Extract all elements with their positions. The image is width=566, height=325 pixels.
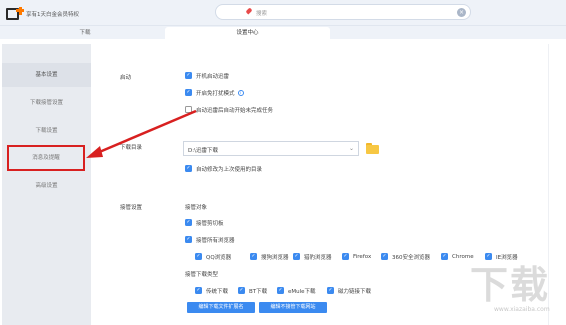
checkbox[interactable]: ✓ [441,253,448,260]
option-label: 启动迅雷后自动开始未完成任务 [196,107,274,114]
browser-option-qq[interactable]: ✓ QQ浏览器 [195,252,231,261]
edit-extensions-button[interactable]: 编辑下载文件扩展名 [187,302,255,313]
checkbox[interactable]: ✓ [277,287,284,294]
checkbox[interactable]: ✓ [185,219,192,226]
sidebar-item-takeover[interactable]: 下载接管设置 [2,91,91,115]
edit-excluded-sites-button[interactable]: 编辑不接管下载网站 [259,302,327,313]
watermark-text: 下载 [470,262,551,307]
folder-body [366,145,379,154]
autostart-option[interactable]: ✓ 开机启动迅雷 [185,71,229,80]
download-path-select[interactable]: D:\迅雷下载 ⌄ [183,141,359,156]
checkbox[interactable]: ✓ [238,287,245,294]
folder-icon[interactable] [364,142,382,155]
sidebar-item-download[interactable]: 下载设置 [2,119,91,143]
startup-section-label: 启动 [120,75,132,81]
browser-option-360[interactable]: ✓ 360安全浏览器 [381,252,430,261]
all-browsers-option[interactable]: ✓ 接管所有浏览器 [185,235,235,244]
checkbox[interactable]: ✓ [250,253,257,260]
option-label: 360安全浏览器 [392,254,430,261]
download-path-value: D:\迅雷下载 [188,148,218,154]
checkbox[interactable]: ✓ [185,236,192,243]
checkbox[interactable]: ✓ [327,287,334,294]
checkbox[interactable] [185,106,192,113]
tab-download[interactable]: 下载 [40,27,130,39]
search-placeholder: 搜索 [256,11,268,17]
option-label: 接管剪切板 [196,220,224,227]
arrow-shaft [96,109,197,155]
sidebar-item-messages[interactable]: 消息及提醒 [7,145,85,171]
last-dir-option[interactable]: ✓ 自动修改为上次使用的目录 [185,164,262,173]
checkbox[interactable]: ✓ [185,89,192,96]
option-label: eMule下载 [288,288,316,295]
option-label: 传统下载 [206,288,229,295]
browser-option-chrome[interactable]: ✓ Chrome [441,252,474,261]
option-label: BT下载 [249,288,268,295]
browser-option-firefox[interactable]: ✓ Firefox [342,252,371,261]
browser-option-sogou[interactable]: ✓ 搜狗浏览器 [250,252,289,261]
do-not-disturb-option[interactable]: ✓ 开启免打扰模式 i [185,88,244,97]
type-option-traditional[interactable]: ✓ 传统下载 [195,286,228,295]
option-label: 开启免打扰模式 [196,90,235,97]
search-box[interactable]: 搜索 × [215,4,471,20]
chevron-down-icon[interactable]: ⌄ [349,145,354,152]
sidebar-item-basic[interactable]: 基本设置 [2,63,91,87]
tab-settings-center[interactable]: 设置中心 [165,27,330,39]
option-label: 猎豹浏览器 [304,254,332,261]
option-label: 搜狗浏览器 [261,254,289,261]
membership-promo[interactable]: 享有1天白金会员特权 [26,10,79,18]
option-label: 磁力链接下载 [338,288,372,295]
sidebar-item-advanced[interactable]: 高级设置 [2,174,91,198]
checkbox[interactable]: ✓ [195,287,202,294]
info-icon[interactable]: i [237,89,244,96]
title-bar: 享有1天白金会员特权 搜索 × [0,0,566,26]
option-label: 接管所有浏览器 [196,237,235,244]
option-label: Firefox [353,253,372,260]
checkbox[interactable]: ✓ [342,253,349,260]
logo-plus-v [18,6,22,15]
option-label: 开机启动迅雷 [196,73,230,80]
clear-icon[interactable]: × [457,8,466,17]
watermark-logo: 下载 www.xiazaiba.com [470,254,562,314]
checkbox[interactable]: ✓ [381,253,388,260]
type-option-bt[interactable]: ✓ BT下载 [238,286,267,295]
option-label: 自动修改为上次使用的目录 [196,166,263,173]
type-option-emule[interactable]: ✓ eMule下载 [277,286,316,295]
option-label: QQ浏览器 [206,254,232,261]
app-logo[interactable] [6,4,24,22]
checkbox[interactable]: ✓ [293,253,300,260]
clipboard-option[interactable]: ✓ 接管剪切板 [185,218,224,227]
takeover-section-label: 接管设置 [120,205,143,211]
takeover-types-title: 接管下载类型 [185,272,219,278]
checkbox[interactable]: ✓ [185,72,192,79]
type-option-magnet[interactable]: ✓ 磁力链接下载 [327,286,371,295]
resume-tasks-option[interactable]: 启动迅雷后自动开始未完成任务 [185,105,273,114]
takeover-objects-title: 接管对象 [185,205,208,211]
tab-bar: 下载 设置中心 [0,26,566,39]
checkbox[interactable]: ✓ [185,165,192,172]
download-dir-label: 下载目录 [120,145,143,151]
checkbox[interactable]: ✓ [195,253,202,260]
browser-option-liebao[interactable]: ✓ 猎豹浏览器 [293,252,332,261]
settings-sidebar: 基本设置 下载接管设置 下载设置 消息及提醒 高级设置 [2,44,91,325]
location-pin-icon [245,7,253,15]
watermark-url: www.xiazaiba.com [494,306,550,313]
